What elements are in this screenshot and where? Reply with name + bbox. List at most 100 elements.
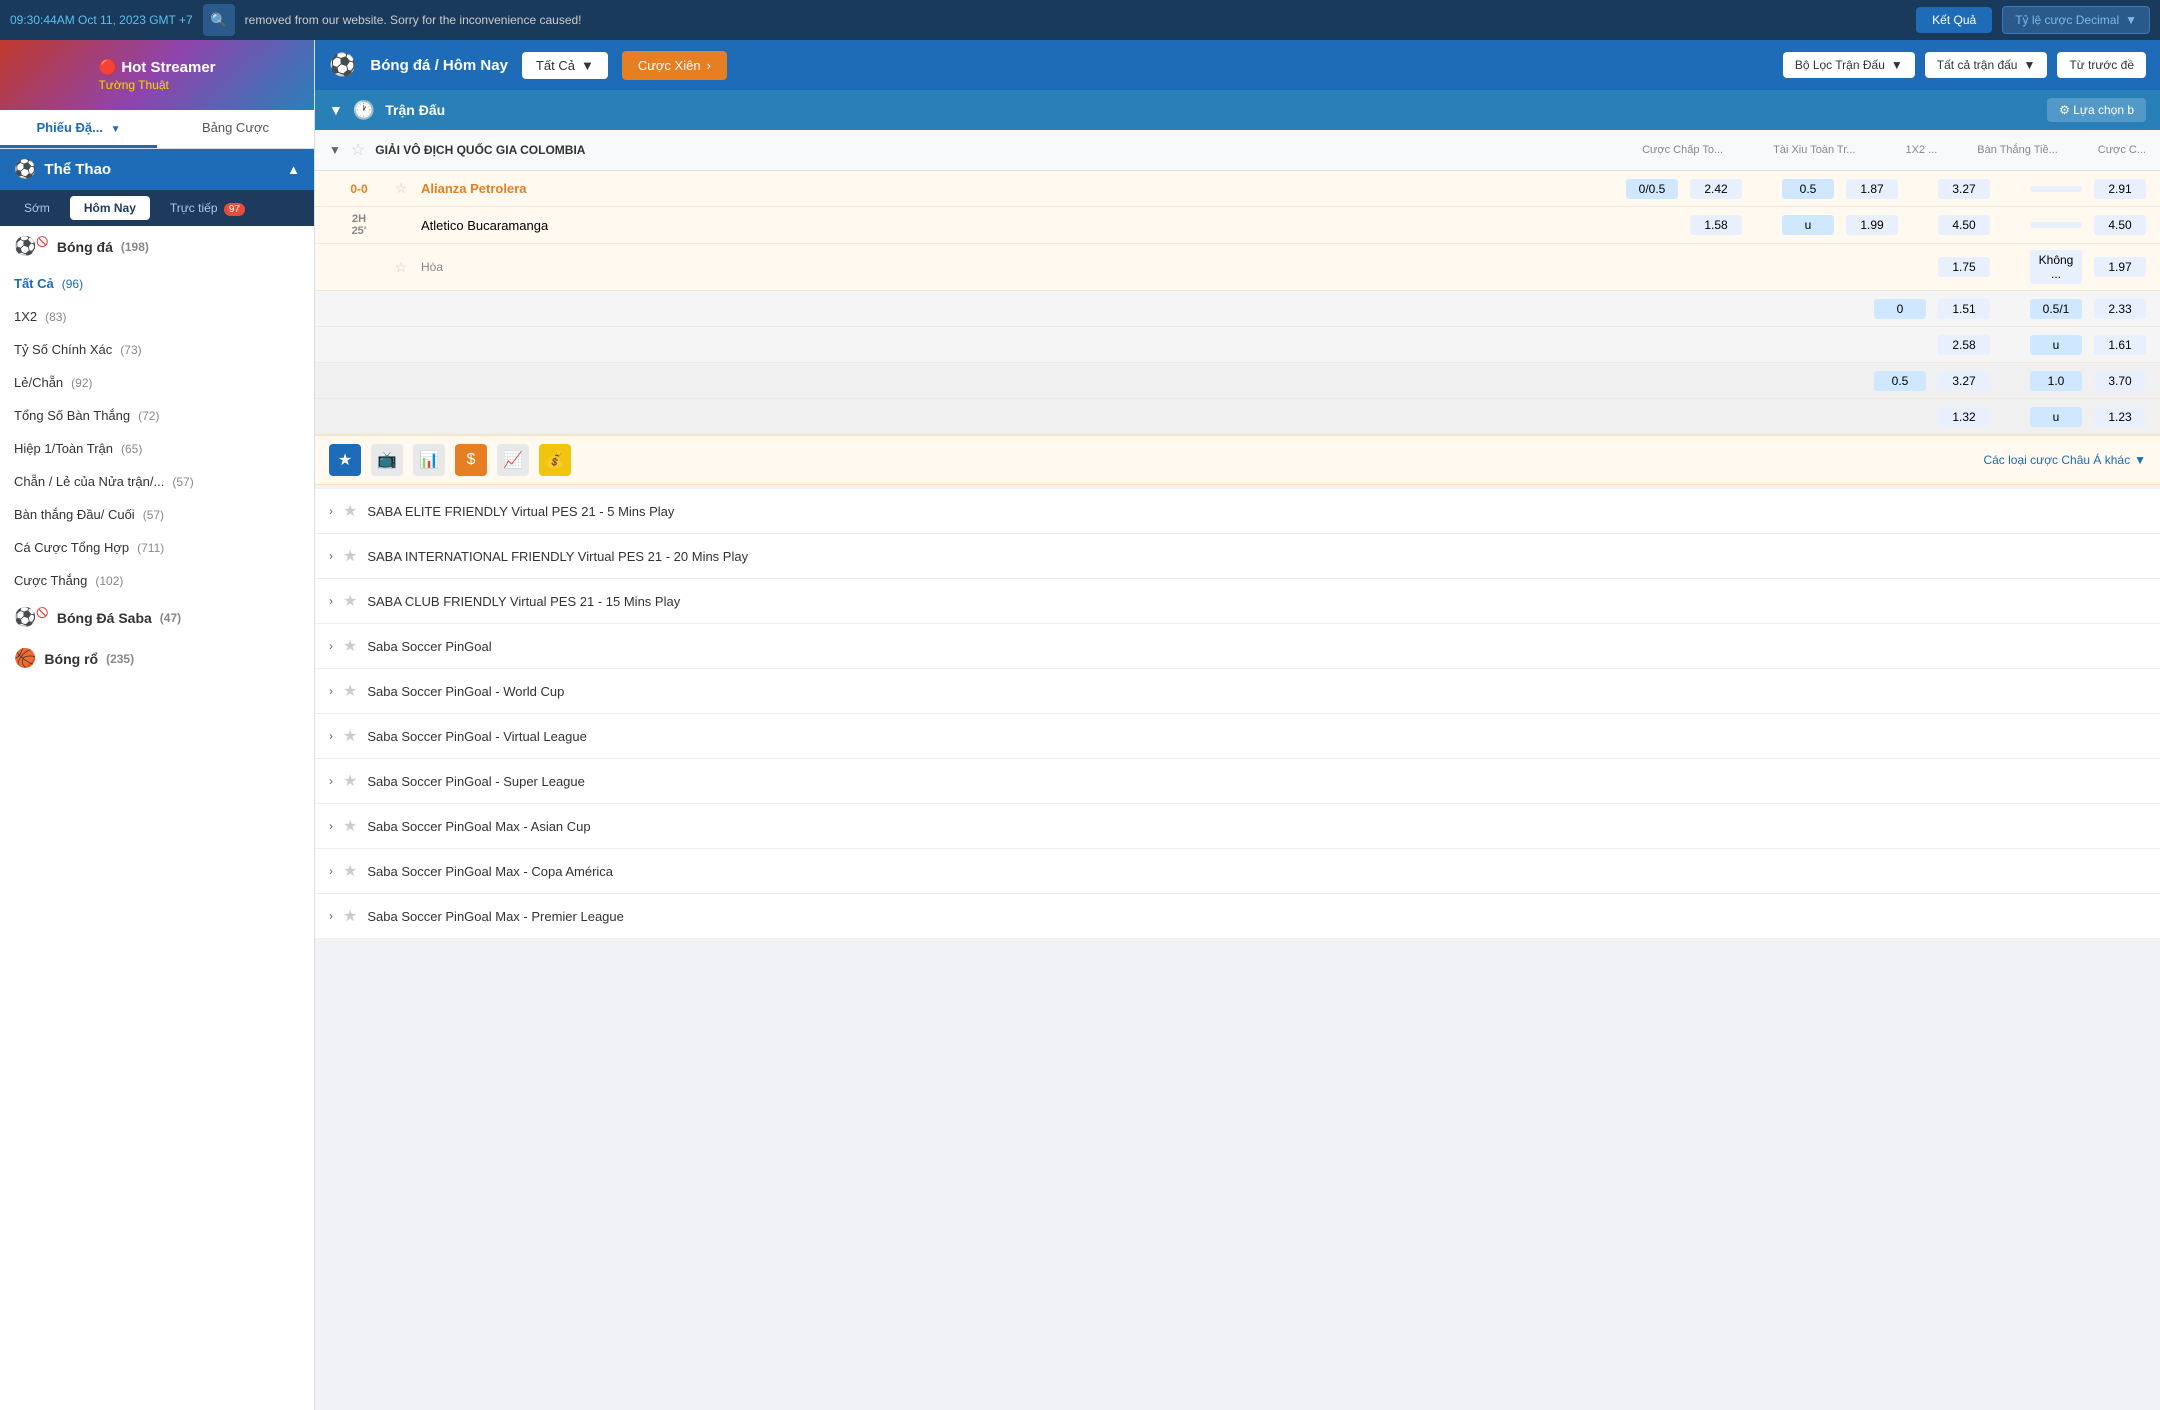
odds-chap2[interactable]: 0	[1874, 299, 1926, 319]
odds-ban-home[interactable]	[2030, 186, 2082, 192]
odds-ban-draw[interactable]: Không ...	[2030, 250, 2082, 284]
odds-v2-over[interactable]: 1.87	[1846, 179, 1898, 199]
lua-chon-button[interactable]: ⚙ Lựa chọn b	[2047, 98, 2146, 122]
odds-chap3[interactable]: 0.5	[1874, 371, 1926, 391]
nav-tab-truc-tiep[interactable]: Trực tiếp 97	[156, 196, 259, 220]
match-star[interactable]: ☆	[389, 180, 413, 197]
collapse-league-button[interactable]: ▼	[329, 143, 341, 157]
hoa-label: Hòa	[413, 260, 1626, 274]
sidebar-item-bong-da-saba[interactable]: ⚽🚫 Bóng Đá Saba (47)	[0, 597, 314, 638]
odds-chap-home[interactable]: 0/0.5	[1626, 179, 1678, 199]
league-star[interactable]: ★	[343, 906, 357, 926]
league-star[interactable]: ★	[343, 681, 357, 701]
sidebar-item-hiep1[interactable]: Hiệp 1/Toàn Trận (65)	[0, 432, 314, 465]
league-list-item[interactable]: › ★ Saba Soccer PinGoal Max - Copa Améri…	[315, 849, 2160, 894]
match-row-odds3b: 1.32 u 1.23	[315, 399, 2160, 435]
league-list-item[interactable]: › ★ SABA CLUB FRIENDLY Virtual PES 21 - …	[315, 579, 2160, 624]
odds-v3-away[interactable]: 4.50	[2094, 215, 2146, 235]
sidebar-item-le-chan[interactable]: Lẻ/Chẵn (92)	[0, 366, 314, 399]
odds-v1-2b[interactable]: 2.58	[1938, 335, 1990, 355]
odds-taixiu-under[interactable]: u	[1782, 215, 1834, 235]
cuoc-xien-button[interactable]: Cược Xiên ›	[622, 51, 727, 80]
cuoc-chap-label: Cược Chấp To...	[1642, 144, 1723, 156]
sidebar-item-bong-ro[interactable]: 🏀 Bóng rổ (235)	[0, 638, 314, 679]
sidebar-item-ban-thang[interactable]: Bàn thắng Đầu/ Cuối (57)	[0, 498, 314, 531]
ket-qua-button[interactable]: Kết Quả	[1916, 7, 1992, 33]
odds-v1-3b[interactable]: 1.32	[1938, 407, 1990, 427]
odds-x1x2-away[interactable]: 4.50	[1938, 215, 1990, 235]
odds-v2-2b[interactable]: 1.61	[2094, 335, 2146, 355]
sidebar-item-bong-da[interactable]: ⚽🚫 Bóng đá (198)	[0, 226, 314, 267]
league-list-item[interactable]: › ★ SABA ELITE FRIENDLY Virtual PES 21 -…	[315, 489, 2160, 534]
league-star[interactable]: ★	[343, 501, 357, 521]
league-star[interactable]: ☆	[351, 140, 365, 160]
chevron-down-icon: ▼	[2023, 58, 2035, 72]
search-button[interactable]: 🔍	[203, 4, 235, 36]
odds-v3-home[interactable]: 2.91	[2094, 179, 2146, 199]
tu-truoc-dropdown[interactable]: Từ trước đề	[2057, 52, 2146, 78]
league-list-item[interactable]: › ★ Saba Soccer PinGoal Max - Asian Cup	[315, 804, 2160, 849]
odds-v2-3[interactable]: 3.70	[2094, 371, 2146, 391]
league-list-item[interactable]: › ★ Saba Soccer PinGoal Max - Premier Le…	[315, 894, 2160, 939]
odds-v2-2[interactable]: 2.33	[2094, 299, 2146, 319]
odds-v2-3b[interactable]: 1.23	[2094, 407, 2146, 427]
nav-tab-hom-nay[interactable]: Hôm Nay	[70, 196, 150, 220]
sidebar-item-tong-so[interactable]: Tổng Số Bàn Thắng (72)	[0, 399, 314, 432]
odds-v1-away[interactable]: 1.58	[1690, 215, 1742, 235]
chevron-right-icon: ›	[329, 864, 333, 878]
tv-icon[interactable]: 📺	[371, 444, 403, 476]
league-star[interactable]: ★	[343, 771, 357, 791]
odds-v1-2[interactable]: 1.51	[1938, 299, 1990, 319]
sidebar-item-cuoc-thang[interactable]: Cược Thắng (102)	[0, 564, 314, 597]
soccer-ball-icon: ⚽	[329, 52, 356, 78]
odds-taixiu3[interactable]: 1.0	[2030, 371, 2082, 391]
sidebar-item-ty-so[interactable]: Tỷ Số Chính Xác (73)	[0, 333, 314, 366]
league-star[interactable]: ★	[343, 816, 357, 836]
league-list-item[interactable]: › ★ SABA INTERNATIONAL FRIENDLY Virtual …	[315, 534, 2160, 579]
league-star[interactable]: ★	[343, 726, 357, 746]
tab-phieu-dat[interactable]: Phiếu Đặ... ▼	[0, 110, 157, 148]
league-star[interactable]: ★	[343, 546, 357, 566]
league-list-item[interactable]: › ★ Saba Soccer PinGoal - World Cup	[315, 669, 2160, 714]
odds-taixiu-over[interactable]: 0.5	[1782, 179, 1834, 199]
odds-v1-3[interactable]: 3.27	[1938, 371, 1990, 391]
the-thao-header[interactable]: ⚽ Thể Thao ▲	[0, 149, 314, 190]
sidebar-item-tat-ca[interactable]: Tất Cả (96)	[0, 267, 314, 300]
notice-text: removed from our website. Sorry for the …	[245, 13, 1906, 27]
bo-loc-dropdown[interactable]: Bộ Lọc Trận Đấu ▼	[1783, 52, 1915, 78]
odds-taixiu3b[interactable]: u	[2030, 407, 2082, 427]
match-star-2[interactable]: ☆	[389, 259, 413, 276]
nav-tab-som[interactable]: Sớm	[10, 196, 64, 220]
collapse-button[interactable]: ▼	[329, 102, 343, 118]
odds-taixiu2[interactable]: 0.5/1	[2030, 299, 2082, 319]
sidebar-item-1x2[interactable]: 1X2 (83)	[0, 300, 314, 333]
tran-dau-label: Trận Đấu	[385, 102, 2037, 118]
tab-bang-cuoc[interactable]: Bảng Cược	[157, 110, 314, 148]
chart-icon[interactable]: 📈	[497, 444, 529, 476]
league-list-item[interactable]: › ★ Saba Soccer PinGoal - Virtual League	[315, 714, 2160, 759]
odds-x1x2-home[interactable]: 3.27	[1938, 179, 1990, 199]
league-star[interactable]: ★	[343, 861, 357, 881]
sidebar-item-ca-cuoc[interactable]: Cá Cược Tổng Hợp (711)	[0, 531, 314, 564]
league-list-item[interactable]: › ★ Saba Soccer PinGoal - Super League	[315, 759, 2160, 804]
league-star[interactable]: ★	[343, 591, 357, 611]
odds-v1-home[interactable]: 2.42	[1690, 179, 1742, 199]
odds-v3-draw[interactable]: 1.97	[2094, 257, 2146, 277]
dollar-icon[interactable]: $	[455, 444, 487, 476]
league-star[interactable]: ★	[343, 636, 357, 656]
chau-a-button[interactable]: Các loại cược Châu Á khác ▼	[1983, 453, 2146, 467]
coin-icon[interactable]: 💰	[539, 444, 571, 476]
odds-v2-under[interactable]: 1.99	[1846, 215, 1898, 235]
no-entry-icon: ⚽🚫	[14, 236, 49, 257]
ty-le-dropdown[interactable]: Tỷ lệ cược Decimal ▼	[2002, 6, 2150, 34]
league-list-item[interactable]: › ★ Saba Soccer PinGoal	[315, 624, 2160, 669]
sidebar-item-chan-le[interactable]: Chẵn / Lẻ của Nửa trận/... (57)	[0, 465, 314, 498]
filter-group: Bộ Lọc Trận Đấu ▼ Tất cả trận đấu ▼ Từ t…	[1783, 52, 2146, 78]
odds-taixiu2b[interactable]: u	[2030, 335, 2082, 355]
odds-x1x2-draw[interactable]: 1.75	[1938, 257, 1990, 277]
stats-icon[interactable]: 📊	[413, 444, 445, 476]
odds-ban-away[interactable]	[2030, 222, 2082, 228]
tat-ca-tran-dropdown[interactable]: Tất cả trận đấu ▼	[1925, 52, 2048, 78]
star-action-icon[interactable]: ★	[329, 444, 361, 476]
tat-ca-dropdown[interactable]: Tất Cả ▼	[522, 52, 608, 79]
